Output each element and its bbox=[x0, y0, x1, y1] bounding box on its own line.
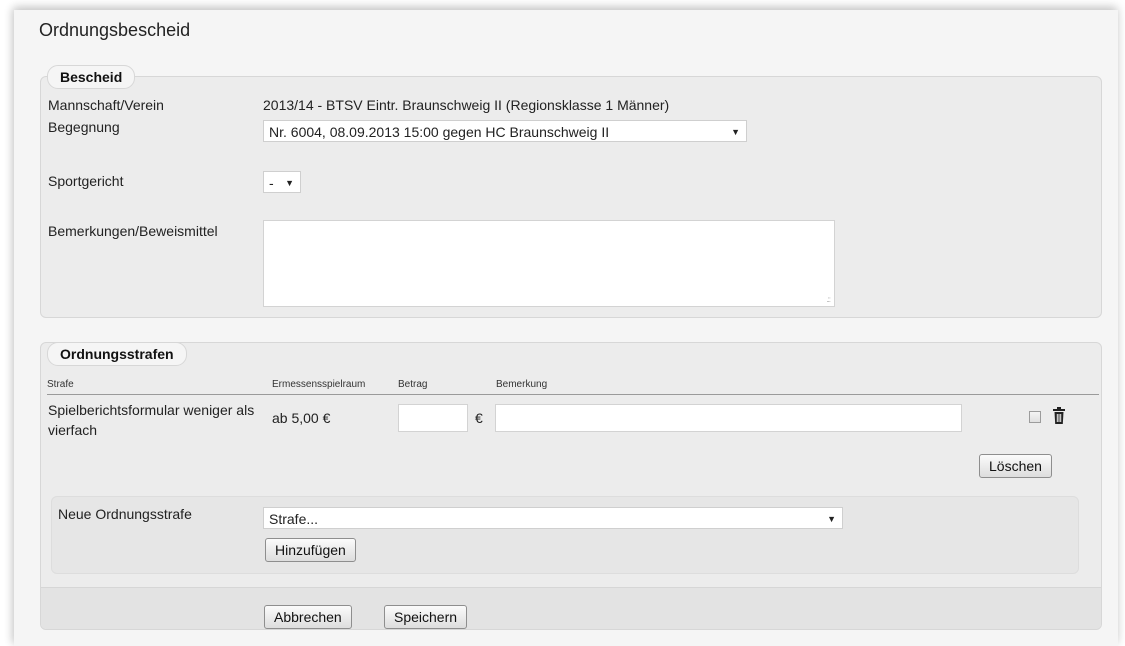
resize-grip-icon[interactable]: .:: bbox=[826, 295, 831, 304]
remark-input[interactable] bbox=[495, 404, 962, 432]
chevron-down-icon: ▼ bbox=[827, 514, 836, 524]
match-select-value: Nr. 6004, 08.09.2013 15:00 gegen HC Brau… bbox=[269, 124, 610, 140]
amount-input[interactable] bbox=[398, 404, 468, 432]
delete-button[interactable]: Löschen bbox=[979, 454, 1052, 478]
remarks-textarea[interactable]: .:: bbox=[263, 220, 835, 307]
cancel-button[interactable]: Abbrechen bbox=[264, 605, 352, 629]
row-select-checkbox[interactable] bbox=[1029, 411, 1041, 423]
new-penalty-label: Neue Ordnungsstrafe bbox=[58, 506, 192, 522]
column-header-bemerkung: Bemerkung bbox=[496, 379, 548, 390]
team-value: 2013/14 - BTSV Eintr. Braunschweig II (R… bbox=[263, 97, 670, 113]
save-button[interactable]: Speichern bbox=[384, 605, 468, 629]
page-title: Ordnungsbescheid bbox=[39, 20, 191, 40]
court-select-value: - bbox=[269, 175, 274, 191]
chevron-down-icon: ▼ bbox=[285, 178, 294, 188]
new-penalty-select-value: Strafe... bbox=[269, 511, 319, 527]
team-label: Mannschaft/Verein bbox=[48, 97, 164, 113]
penalties-legend: Ordnungsstrafen bbox=[47, 343, 187, 366]
penalty-range: ab 5,00 € bbox=[272, 410, 331, 426]
match-select[interactable]: Nr. 6004, 08.09.2013 15:00 gegen HC Brau… bbox=[263, 120, 747, 142]
column-header-ermessen: Ermessensspielraum bbox=[272, 379, 366, 390]
bescheid-legend: Bescheid bbox=[47, 65, 136, 89]
penalties-fieldset: Ordnungsstrafen Strafe Ermessensspielrau… bbox=[40, 342, 1102, 630]
form-footer: Abbrechen Speichern bbox=[41, 587, 1101, 629]
add-button[interactable]: Hinzufügen bbox=[265, 538, 356, 562]
remarks-label: Bemerkungen/Beweismittel bbox=[48, 223, 218, 239]
column-header-betrag: Betrag bbox=[398, 379, 428, 390]
chevron-down-icon: ▼ bbox=[731, 127, 740, 137]
court-select[interactable]: - ▼ bbox=[263, 171, 301, 193]
column-header-strafe: Strafe bbox=[47, 379, 74, 390]
bescheid-fieldset: Bescheid Mannschaft/Verein 2013/14 - BTS… bbox=[40, 65, 1102, 318]
table-header-divider bbox=[47, 394, 1099, 395]
trash-icon[interactable] bbox=[1052, 407, 1066, 425]
new-penalty-panel: Neue Ordnungsstrafe Strafe... ▼ Hinzufüg… bbox=[51, 496, 1079, 574]
dialog-window: Ordnungsbescheid Bescheid Mannschaft/Ver… bbox=[14, 10, 1118, 646]
new-penalty-select[interactable]: Strafe... ▼ bbox=[263, 507, 843, 529]
currency-symbol: € bbox=[475, 410, 483, 426]
match-label: Begegnung bbox=[48, 119, 120, 135]
court-label: Sportgericht bbox=[48, 173, 124, 189]
penalty-name: Spielberichtsformular weniger als vierfa… bbox=[48, 402, 255, 438]
